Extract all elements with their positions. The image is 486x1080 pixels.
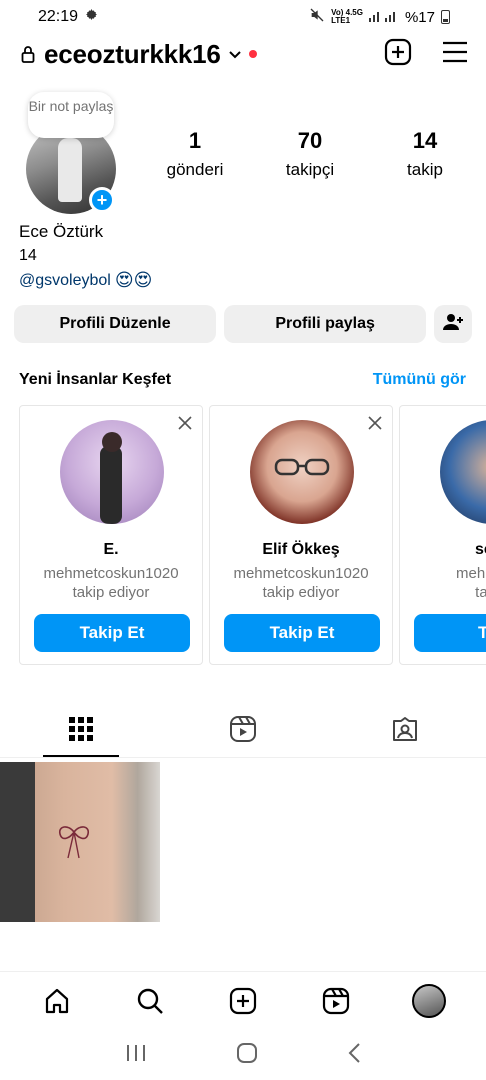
share-profile-button[interactable]: Profili paylaş	[224, 305, 427, 343]
note-text: Bir not paylaş	[28, 98, 114, 114]
see-all-link[interactable]: Tümünü gör	[373, 371, 466, 389]
home-icon[interactable]	[35, 979, 79, 1023]
chevron-down-icon[interactable]	[228, 46, 241, 62]
close-icon[interactable]	[368, 414, 382, 435]
tab-posts[interactable]	[0, 706, 162, 757]
follow-button[interactable]: Tak	[414, 614, 486, 652]
stat-following-value: 14	[412, 128, 438, 153]
discover-people-button[interactable]	[434, 305, 472, 343]
follow-button[interactable]: Takip Et	[224, 614, 380, 652]
search-icon[interactable]	[128, 979, 172, 1023]
bio-emojis: 😍😍	[114, 270, 153, 290]
system-nav	[0, 1030, 486, 1080]
lock-icon	[18, 43, 38, 65]
battery-label: %17	[404, 8, 435, 26]
profile-stats: 1 gönderi 70 takipçi 14 takip	[150, 128, 470, 180]
nav-avatar-image	[412, 983, 447, 1018]
stat-posts-value: 1	[188, 128, 202, 153]
stat-following-label: takip	[407, 160, 443, 179]
suggestion-card[interactable]: sem mehmetco takip Tak	[399, 405, 486, 665]
stat-following[interactable]: 14 takip	[380, 128, 470, 180]
notification-dot	[248, 50, 257, 58]
post-thumbnail[interactable]	[0, 762, 160, 922]
stat-posts[interactable]: 1 gönderi	[150, 128, 240, 180]
suggestion-card[interactable]: E. mehmetcoskun1020 takip ediyor Takip E…	[19, 405, 203, 665]
stat-followers-label: takipçi	[285, 160, 335, 179]
suggestion-subtitle-line1: mehmetcoskun1020	[233, 565, 369, 582]
suggestion-subtitle: mehmetcoskun1020 takip ediyor	[20, 564, 202, 602]
profile-header: eceozturkkk16	[0, 34, 486, 74]
new-post-icon[interactable]	[384, 38, 412, 71]
add-story-icon[interactable]: +	[89, 187, 115, 213]
suggestion-subtitle-line1: mehmetcoskun1020	[43, 565, 179, 582]
profile-actions: Profili Düzenle Profili paylaş	[14, 305, 472, 343]
suggestion-card[interactable]: Elif Ökkeş mehmetcoskun1020 takip ediyor…	[209, 405, 393, 665]
bottom-nav	[0, 971, 486, 1029]
follow-button[interactable]: Takip Et	[34, 614, 190, 652]
tagged-icon	[391, 715, 419, 748]
suggestion-avatar[interactable]	[60, 420, 164, 524]
network-label-2: LTE1	[331, 16, 351, 25]
suggestion-name: E.	[103, 541, 119, 558]
full-name: Ece Öztürk	[19, 222, 104, 241]
suggestion-subtitle: mehmetco takip	[400, 564, 486, 602]
suggestion-subtitle: mehmetcoskun1020 takip ediyor	[210, 564, 392, 602]
suggestion-subtitle-line1: mehmetco	[455, 565, 486, 582]
status-bar: 22:19 Vo) 4.5G LTE1 %17	[0, 0, 486, 34]
menu-icon[interactable]	[442, 41, 468, 68]
suggestion-subtitle-line2: takip ediyor	[72, 584, 150, 601]
suggestion-name: Elif Ökkeş	[262, 541, 340, 558]
settings-gear-icon	[84, 7, 99, 27]
reels-nav-icon[interactable]	[314, 979, 358, 1023]
home-circle-icon[interactable]	[236, 1042, 258, 1069]
edit-profile-button[interactable]: Profili Düzenle	[14, 305, 217, 343]
stat-followers[interactable]: 70 takipçi	[265, 128, 355, 180]
suggestion-avatar[interactable]	[440, 420, 486, 524]
bio-link-text[interactable]: @gsvoleybol	[19, 272, 111, 290]
mute-icon	[309, 7, 325, 27]
bow-tattoo-image	[58, 826, 90, 859]
create-icon[interactable]	[221, 979, 265, 1023]
battery-icon	[441, 10, 450, 24]
suggestion-subtitle-line2: takip ediyor	[262, 584, 340, 601]
profile-avatar-nav[interactable]	[407, 979, 451, 1023]
tab-reels[interactable]	[162, 706, 324, 757]
add-person-icon	[442, 313, 464, 336]
note-bubble[interactable]: Bir not paylaş	[28, 92, 114, 138]
status-time: 22:19	[38, 8, 79, 25]
username-switcher[interactable]: eceozturkkk16	[44, 39, 221, 70]
recents-icon[interactable]	[125, 1043, 147, 1068]
suggestion-cards: E. mehmetcoskun1020 takip ediyor Takip E…	[19, 405, 486, 665]
suggestion-avatar[interactable]	[250, 420, 354, 524]
suggestion-subtitle-line2: takip	[475, 584, 486, 601]
bio-link[interactable]: @gsvoleybol 😍😍	[19, 270, 152, 291]
stat-posts-label: gönderi	[166, 160, 224, 179]
signal-icon	[368, 8, 399, 26]
profile-tabs	[0, 706, 486, 758]
suggestion-name: sem	[474, 541, 486, 558]
bio-text: 14	[19, 247, 37, 264]
stat-followers-value: 70	[297, 128, 323, 153]
tab-tagged[interactable]	[324, 706, 486, 757]
discover-title: Yeni İnsanlar Keşfet	[19, 371, 172, 388]
back-icon[interactable]	[347, 1042, 361, 1069]
close-icon[interactable]	[178, 414, 192, 435]
grid-icon	[68, 716, 94, 747]
reels-icon	[229, 715, 257, 748]
